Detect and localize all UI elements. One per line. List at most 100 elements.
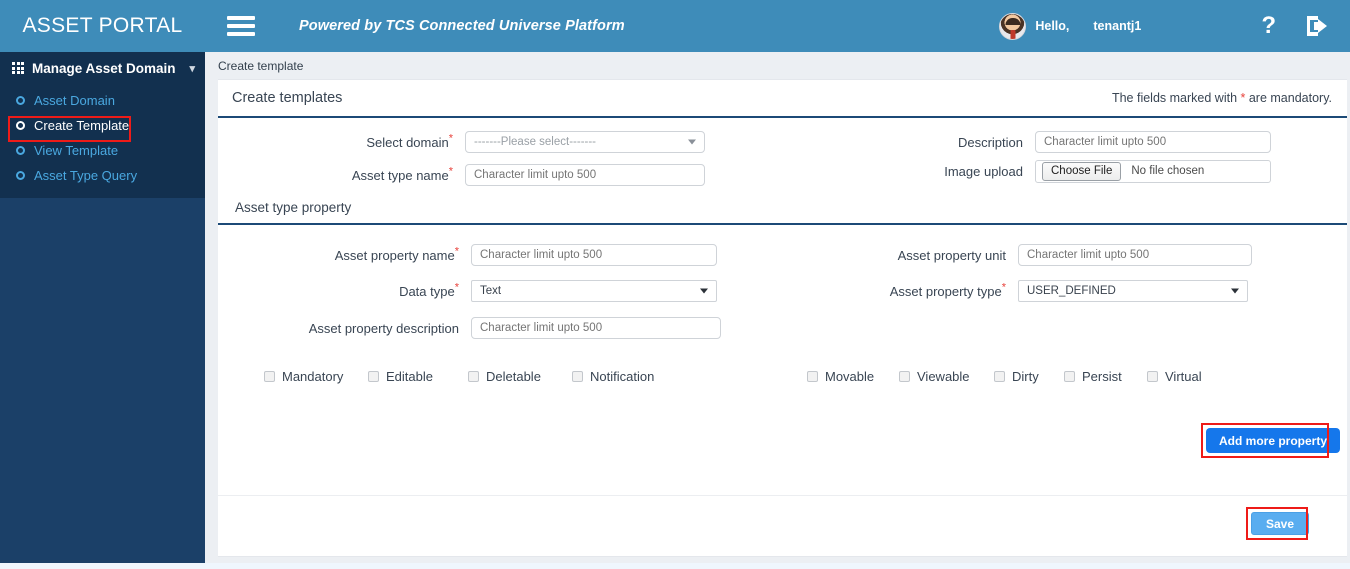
sidebar-item-label: Create Template [34,118,130,133]
form-row-asset-property-name: Asset property name* [218,240,717,270]
checkbox-label: Viewable [917,368,970,384]
checkbox-notification[interactable]: Notification [572,369,682,384]
asset-type-name-label: Asset type name* [351,165,453,183]
checkbox-movable[interactable]: Movable [807,369,899,384]
form-row-data-type: Data type* Text [218,276,717,306]
checkbox-box[interactable] [1064,370,1075,382]
checkbox-box[interactable] [264,370,275,382]
checkbox-label: Notification [590,368,655,384]
property-flags-left: Mandatory Editable Deletable Notificatio… [264,363,682,389]
checkbox-box[interactable] [994,370,1005,382]
image-upload-label: Image upload [944,163,1023,179]
checkbox-virtual[interactable]: Virtual [1147,369,1217,384]
chevron-down-icon[interactable]: ▾ [189,62,195,75]
checkbox-label: Virtual [1165,368,1202,384]
breadcrumb: Create template [218,58,304,73]
chevron-down-icon [688,139,696,145]
form-row-asset-type-name: Asset type name* [218,160,705,190]
asset-property-name-input[interactable] [471,244,717,266]
checkbox-label: Deletable [486,368,541,384]
add-more-property-button[interactable]: Add more property [1206,428,1341,453]
required-star: * [454,281,459,294]
powered-by-text: Powered by TCS Connected Universe Platfo… [299,18,625,34]
checkbox-dirty[interactable]: Dirty [994,369,1064,384]
form-row-asset-property-description: Asset property description [218,313,721,343]
checkbox-box[interactable] [807,370,818,382]
asset-property-name-label: Asset property name* [334,245,459,263]
checkbox-label: Dirty [1012,368,1039,384]
checkbox-deletable[interactable]: Deletable [468,369,572,384]
select-domain-dropdown[interactable]: -------Please select------- [465,131,705,153]
image-upload-field[interactable]: Choose File No file chosen [1035,159,1271,183]
description-label: Description [957,134,1023,150]
checkbox-box[interactable] [368,370,379,382]
save-button[interactable]: Save [1251,512,1310,535]
select-domain-label: Select domain* [366,132,453,150]
asset-property-description-input[interactable] [471,317,721,339]
file-status-label: No file chosen [1131,165,1205,177]
sidebar-submenu: Asset Domain Create Template View Templa… [0,84,205,198]
checkbox-box[interactable] [899,370,910,382]
asset-property-unit-input[interactable] [1018,244,1252,266]
page-title: Create templates [232,90,343,106]
sidebar-item-asset-type-query[interactable]: Asset Type Query [0,163,205,188]
asset-type-property-section: Asset property name* Data type* Text Ass… [218,225,1347,458]
checkbox-label: Persist [1082,368,1122,384]
property-flags-right: Movable Viewable Dirty Persist Virtual [807,363,1217,389]
sidebar-item-asset-domain[interactable]: Asset Domain [0,88,205,113]
circle-icon [16,171,25,180]
checkbox-editable[interactable]: Editable [368,369,468,384]
checkbox-label: Movable [825,368,875,384]
data-type-dropdown[interactable]: Text [471,280,717,302]
asset-property-type-value: USER_DEFINED [1027,285,1116,297]
app-brand: ASSET PORTAL [22,14,183,37]
required-star: * [1001,281,1006,294]
circle-icon [16,146,25,155]
chevron-down-icon [1231,288,1239,294]
help-icon[interactable]: ? [1261,14,1276,38]
logout-icon[interactable] [1304,14,1330,38]
app-root: ASSET PORTAL Powered by TCS Connected Un… [0,0,1350,569]
checkbox-persist[interactable]: Persist [1064,369,1147,384]
header-user-area: Hello, tenantj1 ? [999,0,1350,52]
asset-type-name-input[interactable] [465,164,705,186]
checkbox-viewable[interactable]: Viewable [899,369,994,384]
sidebar: Manage Asset Domain ▾ Asset Domain Creat… [0,52,205,569]
hamburger-icon[interactable] [217,0,265,52]
description-input[interactable] [1035,131,1271,153]
sidebar-item-label: Asset Domain [34,93,115,108]
main-content: Create template Create templates The fie… [205,52,1350,569]
data-type-value: Text [480,285,502,297]
sidebar-group-label: Manage Asset Domain [32,60,176,76]
username-label: tenantj1 [1093,19,1142,33]
avatar[interactable] [999,12,1027,40]
asset-property-type-label: Asset property type* [889,281,1006,299]
sidebar-item-label: View Template [34,143,119,158]
choose-file-button[interactable]: Choose File [1042,161,1122,181]
asset-property-description-label: Asset property description [308,320,459,336]
add-more-property-wrap: Add more property [1206,428,1341,453]
sidebar-item-create-template[interactable]: Create Template [0,113,205,138]
form-row-description: Description [918,127,1271,157]
required-star: * [454,245,459,258]
form-row-image-upload: Image upload Choose File No file chosen [918,156,1271,186]
save-button-wrap: Save [1251,512,1310,535]
checkbox-label: Mandatory [282,368,344,384]
create-template-card: Create templates The fields marked with … [218,79,1347,557]
form-row-select-domain: Select domain* -------Please select-----… [218,127,705,157]
circle-icon [16,121,25,130]
sidebar-item-view-template[interactable]: View Template [0,138,205,163]
sidebar-group-manage-asset-domain[interactable]: Manage Asset Domain ▾ [0,52,205,84]
chevron-down-icon [700,288,708,294]
top-header: ASSET PORTAL Powered by TCS Connected Un… [0,0,1350,52]
checkbox-box[interactable] [572,370,583,382]
circle-icon [16,96,25,105]
template-details-section: Select domain* -------Please select-----… [218,118,1347,194]
greeting-label: Hello, [1035,19,1070,33]
checkbox-box[interactable] [468,370,479,382]
form-row-asset-property-unit: Asset property unit [838,240,1252,270]
checkbox-mandatory[interactable]: Mandatory [264,369,368,384]
grid-icon [12,62,24,74]
asset-property-type-dropdown[interactable]: USER_DEFINED [1018,280,1248,302]
checkbox-box[interactable] [1147,370,1158,382]
